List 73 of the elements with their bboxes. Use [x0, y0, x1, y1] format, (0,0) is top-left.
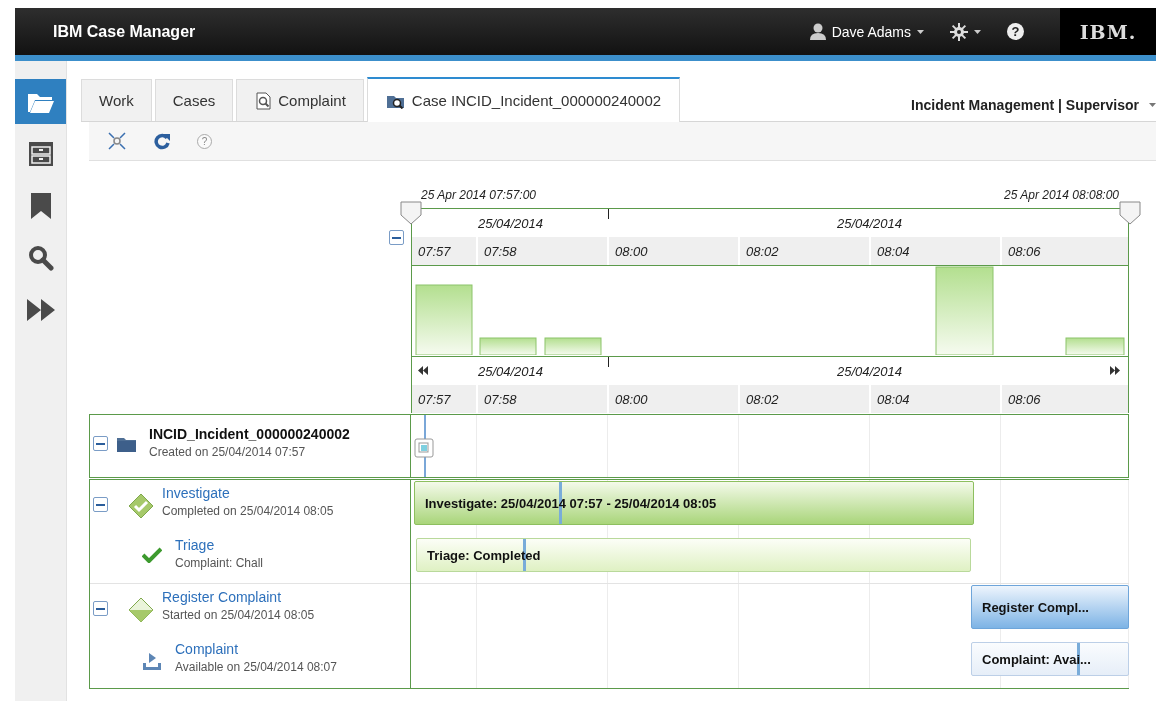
- time-label: 08:04: [871, 385, 1000, 413]
- stage-link[interactable]: Investigate: [162, 485, 334, 501]
- logo: IBM.: [1060, 8, 1156, 55]
- diamond-check-icon: [128, 493, 154, 519]
- fast-forward-icon[interactable]: [1110, 366, 1120, 375]
- time-label: 07:57: [412, 385, 476, 413]
- document-search-icon: [254, 91, 273, 110]
- time-label: 08:06: [1002, 385, 1128, 413]
- time-label: 08:00: [609, 237, 738, 265]
- case-title: INCID_Incident_000000240002: [149, 426, 350, 442]
- tab[interactable]: Case INCID_Incident_000000240002: [366, 77, 681, 122]
- rewind-icon[interactable]: [418, 366, 428, 375]
- case-subtitle: Created on 25/04/2014 07:57: [149, 445, 307, 459]
- collapse-button[interactable]: [389, 230, 404, 245]
- task-link[interactable]: Complaint: [175, 641, 337, 657]
- time-label: 07:58: [478, 385, 607, 413]
- time-label: 08:06: [1002, 237, 1128, 265]
- range-end-label: 25 Apr 2014 08:08:00: [1003, 188, 1120, 204]
- sidebar-item[interactable]: [15, 79, 66, 124]
- range-handle[interactable]: [400, 201, 422, 225]
- time-label: 08:02: [740, 385, 869, 413]
- cabinet-icon: [27, 140, 54, 167]
- caret-icon: [917, 27, 924, 36]
- date-label: 25/04/2014: [836, 215, 903, 231]
- range-handle[interactable]: [1119, 201, 1141, 225]
- app-title: IBM Case Manager: [53, 22, 197, 41]
- help-icon[interactable]: ?: [197, 133, 212, 149]
- time-label: 07:57: [412, 237, 476, 265]
- histogram-bar: [479, 337, 537, 355]
- case-marker-icon[interactable]: [414, 438, 434, 458]
- role-menu[interactable]: Incident Management | Supervisor: [911, 97, 1139, 113]
- fast-forward-icon: [26, 298, 55, 321]
- stage-link[interactable]: Register Complaint: [162, 589, 315, 605]
- folder-icon: [117, 436, 136, 452]
- task-bar[interactable]: Triage: Completed: [416, 538, 971, 572]
- histogram-bar: [1065, 337, 1125, 355]
- histogram-bar: [544, 337, 602, 355]
- gear-icon[interactable]: [950, 22, 968, 41]
- search-icon: [27, 244, 54, 271]
- task-link[interactable]: Triage: [175, 537, 264, 553]
- time-label: 07:58: [478, 237, 607, 265]
- check-icon: [142, 547, 162, 563]
- time-label: 08:02: [740, 237, 869, 265]
- task-status: Available on 25/04/2014 08:07: [175, 660, 337, 674]
- time-label: 08:00: [609, 385, 738, 413]
- date-label: 25/04/2014: [477, 363, 544, 379]
- range-start-label: 25 Apr 2014 07:57:00: [420, 188, 537, 204]
- caret-icon: [1149, 101, 1156, 109]
- collapse-button[interactable]: [93, 601, 108, 616]
- diamond-half-icon: [128, 597, 154, 623]
- task-bar[interactable]: Complaint: Avai...: [971, 642, 1129, 676]
- tab[interactable]: Complaint: [236, 79, 364, 121]
- collapse-icon[interactable]: [107, 131, 127, 151]
- collapse-button[interactable]: [93, 436, 108, 451]
- date-label: 25/04/2014: [836, 363, 903, 379]
- task-status: Complaint: Chall: [175, 556, 264, 570]
- bookmark-icon: [30, 192, 51, 219]
- stage-bar[interactable]: Register Compl...: [971, 585, 1129, 629]
- refresh-icon[interactable]: [153, 132, 171, 150]
- histogram-bar: [415, 284, 473, 355]
- tab[interactable]: Work: [81, 79, 152, 121]
- tab[interactable]: Cases: [154, 79, 234, 121]
- collapse-button[interactable]: [93, 497, 108, 512]
- time-label: 08:04: [871, 237, 1000, 265]
- help-icon[interactable]: ?: [1007, 23, 1024, 40]
- date-label: 25/04/2014: [477, 215, 544, 231]
- stage-status: Completed on 25/04/2014 08:05: [162, 504, 334, 518]
- inbox-arrow-icon: [142, 651, 162, 671]
- stage-bar[interactable]: Investigate: 25/04/2014 07:57 - 25/04/2014 08:05: [414, 481, 974, 525]
- caret-icon: [974, 27, 981, 36]
- user-menu[interactable]: Dave Adams: [809, 23, 924, 40]
- stage-status: Started on 25/04/2014 08:05: [162, 608, 315, 622]
- person-icon: [809, 23, 826, 40]
